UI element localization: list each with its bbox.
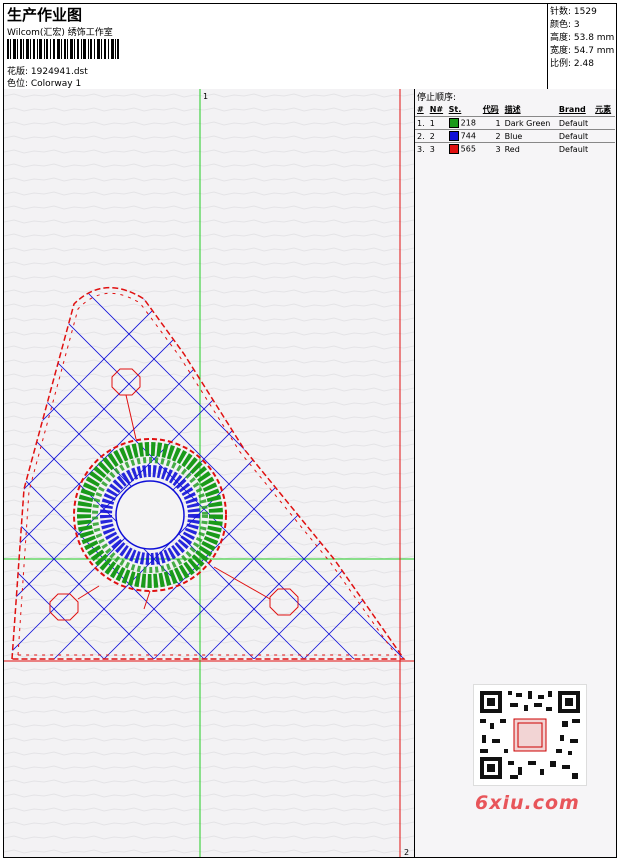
col-index: # — [417, 105, 424, 114]
stitch-count: 针数: 1529 — [550, 7, 597, 17]
guide-marker-bottom: 2 — [404, 848, 409, 857]
col-description: 描述 — [504, 105, 521, 114]
col-code: 代码 — [482, 105, 499, 114]
design-canvas: 1 2 — [4, 89, 415, 857]
row-needle: 3 — [427, 142, 447, 155]
watermark-logo: 6xiu.com — [475, 792, 580, 814]
stop-sequence-title: 停止顺序: — [417, 93, 457, 103]
row-description: Red — [502, 142, 557, 155]
design-height: 高度: 53.8 mm — [550, 33, 615, 43]
design-width: 宽度: 54.7 mm — [550, 46, 615, 56]
stitch-value: 218 — [460, 118, 476, 128]
center-hole — [115, 480, 185, 550]
row-brand: Default — [556, 142, 594, 155]
company-name: Wilcom(汇宏) 绣饰工作室 — [7, 28, 113, 38]
row-stitches: 744 — [446, 129, 481, 143]
row-brand: Default — [556, 116, 594, 130]
sheet-title: 生产作业图 — [7, 6, 83, 24]
row-code: 2 — [480, 129, 503, 143]
thread-table: # N# St. 代码 描述 Brand 元素 1. 1 218 1 Dark … — [415, 103, 615, 155]
stitch-value: 565 — [460, 144, 476, 154]
thread-panel: 停止顺序: # N# St. 代码 描述 Brand 元素 1. 1 218 1… — [415, 89, 616, 857]
thread-table-header: # N# St. 代码 描述 Brand 元素 — [415, 103, 615, 117]
col-element: 元素 — [595, 105, 612, 114]
header-info: 生产作业图 Wilcom(汇宏) 绣饰工作室 花版: 1924941.dst 色… — [4, 4, 548, 89]
table-row: 3. 3 565 3 Red Default — [415, 142, 615, 155]
design-scale: 比例: 2.48 — [550, 59, 594, 69]
row-index: 3. — [415, 142, 428, 155]
row-stitches: 218 — [446, 116, 481, 130]
row-element — [593, 116, 615, 130]
row-needle: 1 — [427, 116, 447, 130]
color-count: 颜色: 3 — [550, 20, 580, 30]
row-index: 2. — [415, 129, 428, 143]
table-row: 1. 1 218 1 Dark Green Default — [415, 116, 615, 130]
row-needle: 2 — [427, 129, 447, 143]
design-specs: 针数: 1529 颜色: 3 高度: 53.8 mm 宽度: 54.7 mm 比… — [550, 6, 614, 71]
row-index: 1. — [415, 116, 428, 130]
col-brand: Brand — [558, 105, 586, 114]
row-element — [593, 129, 615, 143]
row-stitches: 565 — [446, 142, 481, 155]
production-sheet: 生产作业图 Wilcom(汇宏) 绣饰工作室 花版: 1924941.dst 色… — [3, 3, 617, 858]
row-code: 3 — [480, 142, 503, 155]
colorway: 色位: Colorway 1 — [7, 79, 82, 89]
row-code: 1 — [480, 116, 503, 130]
col-stitches: St. — [448, 105, 462, 114]
qr-code — [473, 684, 587, 786]
barcode — [7, 39, 119, 59]
guide-marker-top: 1 — [203, 92, 208, 101]
color-swatch — [448, 118, 459, 128]
color-swatch — [448, 131, 459, 141]
color-swatch — [448, 144, 459, 154]
embroidery-drawing: 1 2 — [4, 89, 414, 857]
row-element — [593, 142, 615, 155]
stitch-value: 744 — [460, 131, 476, 141]
row-description: Dark Green — [502, 116, 557, 130]
row-brand: Default — [556, 129, 594, 143]
table-row: 2. 2 744 2 Blue Default — [415, 129, 615, 143]
col-needle: N# — [429, 105, 444, 114]
header: 生产作业图 Wilcom(汇宏) 绣饰工作室 花版: 1924941.dst 色… — [4, 4, 616, 90]
row-description: Blue — [502, 129, 557, 143]
